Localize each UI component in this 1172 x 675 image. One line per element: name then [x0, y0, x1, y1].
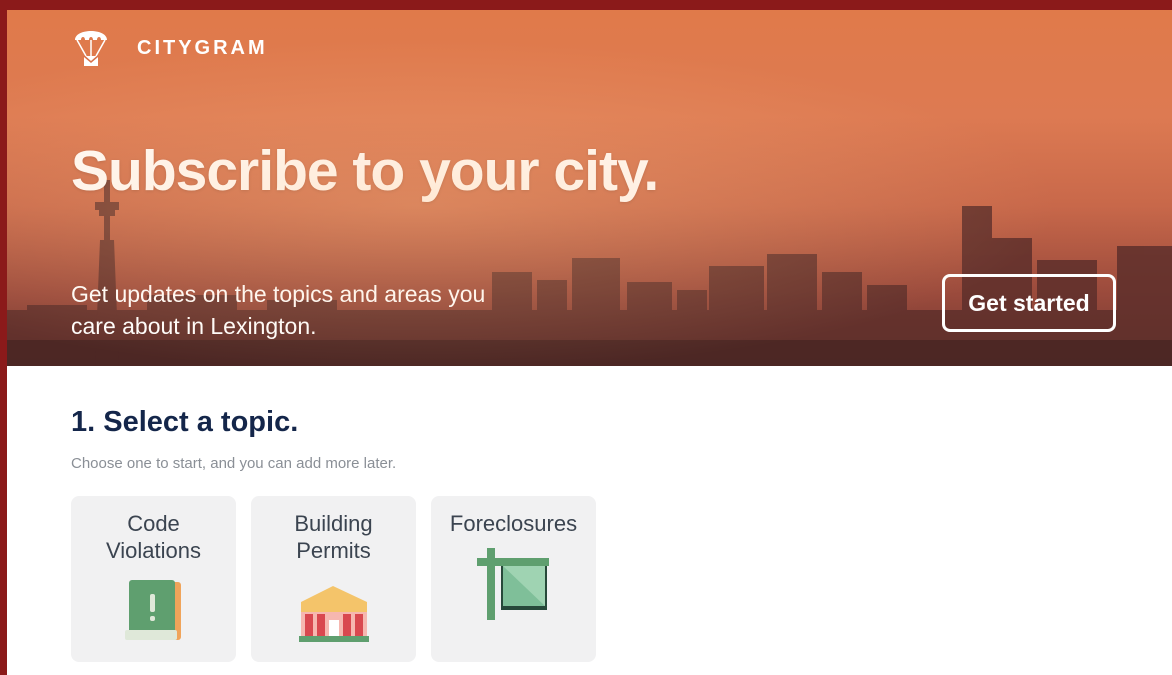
for-sale-sign-icon: [477, 548, 549, 620]
topic-card-building-permits[interactable]: Building Permits: [251, 496, 416, 662]
page: CITYGRAM Subscribe to your city. Get upd…: [7, 10, 1172, 675]
section-title: 1. Select a topic.: [71, 406, 299, 438]
hero-headline: Subscribe to your city.: [71, 139, 659, 203]
hero-subtext: Get updates on the topics and areas you …: [71, 281, 486, 339]
hero-banner: CITYGRAM Subscribe to your city. Get upd…: [7, 10, 1172, 366]
get-started-button[interactable]: Get started: [942, 274, 1116, 332]
topic-card-code-violations[interactable]: Code Violations: [71, 496, 236, 662]
building-icon: [299, 586, 369, 642]
code-violation-book-icon: [125, 580, 181, 640]
topic-card-foreclosures[interactable]: Foreclosures: [431, 496, 596, 662]
parachute-mail-icon[interactable]: [73, 24, 109, 70]
topic-label: Building Permits: [294, 511, 373, 563]
topic-label: Code Violations: [106, 511, 201, 563]
brand-name[interactable]: CITYGRAM: [137, 37, 268, 60]
topic-label: Foreclosures: [449, 511, 578, 536]
section-subtitle: Choose one to start, and you can add mor…: [71, 455, 397, 472]
